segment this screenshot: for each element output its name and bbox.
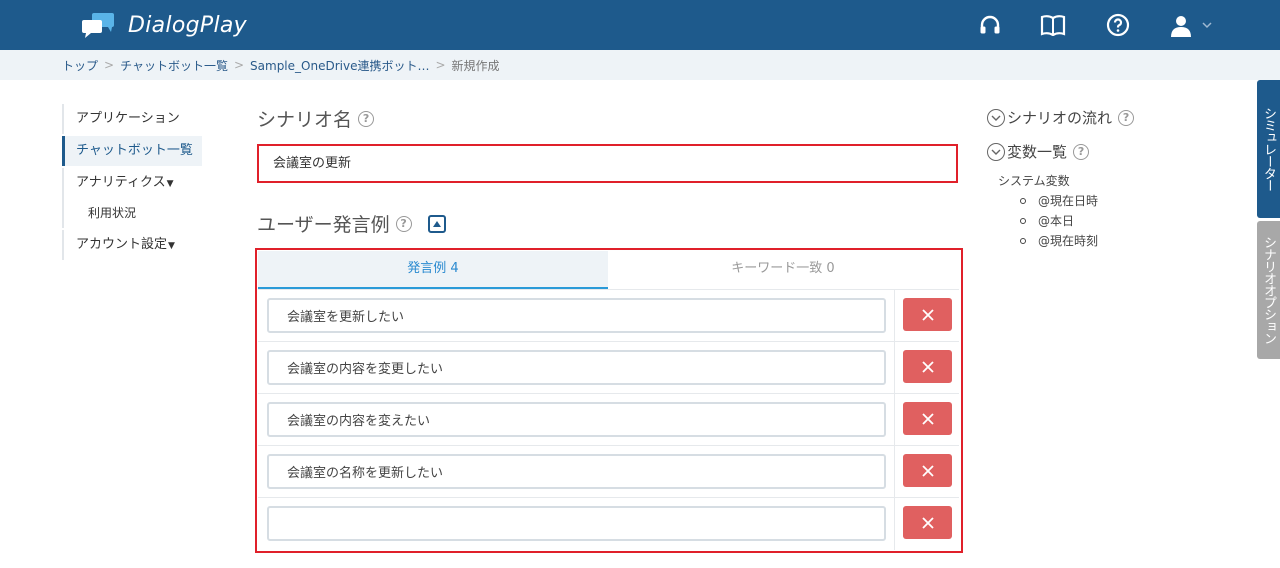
close-icon — [921, 412, 934, 425]
chevron-down-icon — [987, 108, 1005, 127]
breadcrumb-current: 新規作成 — [451, 58, 500, 73]
delete-button[interactable] — [903, 402, 952, 435]
system-variable: @現在日時 — [1038, 194, 1099, 208]
divider — [894, 290, 895, 342]
help-icon[interactable]: ? — [358, 110, 375, 127]
system-variable: @本日 — [1038, 214, 1075, 228]
delete-button[interactable] — [903, 298, 952, 331]
sidebar-item-analytics[interactable]: アナリティクス▼ — [62, 168, 202, 198]
utterance-title: ユーザー発言例 — [257, 214, 390, 236]
breadcrumb-chatbot-list[interactable]: チャットボット一覧 — [120, 57, 228, 74]
close-icon — [921, 516, 934, 529]
close-icon — [921, 308, 934, 321]
help-icon[interactable]: ? — [395, 215, 412, 232]
scenario-options-tab[interactable]: シナリオオプション — [1257, 221, 1280, 359]
sidebar-item-account-settings[interactable]: アカウント設定▼ — [62, 230, 202, 260]
variables-toggle[interactable]: 変数一覧 ? — [987, 141, 1090, 162]
breadcrumb-separator: > — [233, 58, 245, 72]
utterance-input[interactable] — [267, 402, 886, 437]
list-item: @現在時刻 — [1020, 232, 1098, 249]
breadcrumb-separator: > — [104, 58, 115, 72]
chevron-down-icon — [1202, 22, 1212, 29]
utterance-tabs: 発言例 4 キーワード一致 0 — [258, 251, 959, 289]
close-icon — [921, 464, 934, 477]
divider — [894, 446, 895, 498]
collapse-toggle-icon[interactable] — [427, 214, 446, 233]
breadcrumb: トップ > チャットボット一覧 > Sample_OneDrive連携ボット… … — [0, 50, 1280, 80]
sidebar-item-label: 利用状況 — [88, 206, 137, 220]
sidebar-item-application[interactable]: アプリケーション — [62, 104, 202, 134]
divider — [894, 342, 895, 394]
help-circle-icon[interactable] — [1105, 12, 1131, 38]
app-logo[interactable]: DialogPlay — [80, 10, 247, 40]
divider — [894, 498, 895, 550]
list-item: @現在日時 — [1020, 192, 1098, 209]
help-icon[interactable]: ? — [1073, 143, 1090, 160]
tab-utterance-examples[interactable]: 発言例 4 — [258, 251, 608, 289]
caret-down-icon: ▼ — [168, 241, 175, 251]
sidebar-item-usage[interactable]: 利用状況 — [62, 198, 202, 228]
help-icon[interactable]: ? — [1118, 109, 1135, 126]
user-menu[interactable] — [1169, 12, 1217, 38]
list-item — [258, 341, 959, 394]
sidebar-item-chatbot-list[interactable]: チャットボット一覧 — [62, 136, 202, 166]
sidebar-item-label: アプリケーション — [76, 111, 180, 126]
delete-button[interactable] — [903, 506, 952, 539]
delete-button[interactable] — [903, 350, 952, 383]
list-item — [258, 393, 959, 446]
bullet-icon — [1020, 237, 1026, 244]
breadcrumb-bot[interactable]: Sample_OneDrive連携ボット… — [250, 57, 429, 74]
delete-button[interactable] — [903, 454, 952, 487]
system-variables-label: システム変数 — [998, 174, 1070, 188]
caret-down-icon: ▼ — [166, 179, 174, 189]
tab-keyword-match[interactable]: キーワード一致 0 — [608, 251, 958, 289]
system-variable: @現在時刻 — [1038, 234, 1099, 248]
sidebar-item-label: チャットボット一覧 — [76, 143, 193, 158]
sidebar-item-label: アナリティクス — [76, 175, 166, 190]
chat-bubbles-icon — [82, 13, 114, 38]
utterance-input[interactable] — [267, 298, 886, 333]
scenario-flow-toggle[interactable]: シナリオの流れ ? — [987, 107, 1135, 128]
variables-title: 変数一覧 — [1007, 143, 1068, 161]
app-name: DialogPlay — [128, 12, 247, 38]
utterance-input[interactable] — [267, 506, 886, 541]
book-icon[interactable] — [1040, 12, 1066, 38]
list-item — [258, 289, 959, 342]
bullet-icon — [1020, 197, 1026, 204]
headset-icon[interactable] — [977, 12, 1003, 38]
scenario-name-title: シナリオ名 — [257, 109, 353, 131]
close-icon — [921, 360, 934, 373]
scenario-flow-title: シナリオの流れ — [1007, 109, 1113, 127]
sidebar-item-label: アカウント設定 — [76, 237, 168, 252]
chevron-down-icon — [987, 142, 1005, 161]
list-item: @本日 — [1020, 212, 1074, 229]
utterance-heading: ユーザー発言例 ? — [257, 210, 446, 237]
scenario-name-input[interactable]: 会議室の更新 — [259, 146, 956, 181]
utterance-input[interactable] — [267, 454, 886, 489]
bullet-icon — [1020, 217, 1026, 224]
list-item — [258, 497, 959, 550]
breadcrumb-top[interactable]: トップ — [62, 57, 98, 74]
simulator-tab[interactable]: シミュレーター — [1257, 80, 1280, 218]
breadcrumb-separator: > — [435, 58, 446, 72]
scenario-name-heading: シナリオ名 ? — [257, 105, 375, 132]
list-item — [258, 445, 959, 498]
utterance-input[interactable] — [267, 350, 886, 385]
top-bar: DialogPlay — [0, 0, 1280, 50]
user-icon — [1171, 16, 1191, 37]
divider — [894, 394, 895, 446]
